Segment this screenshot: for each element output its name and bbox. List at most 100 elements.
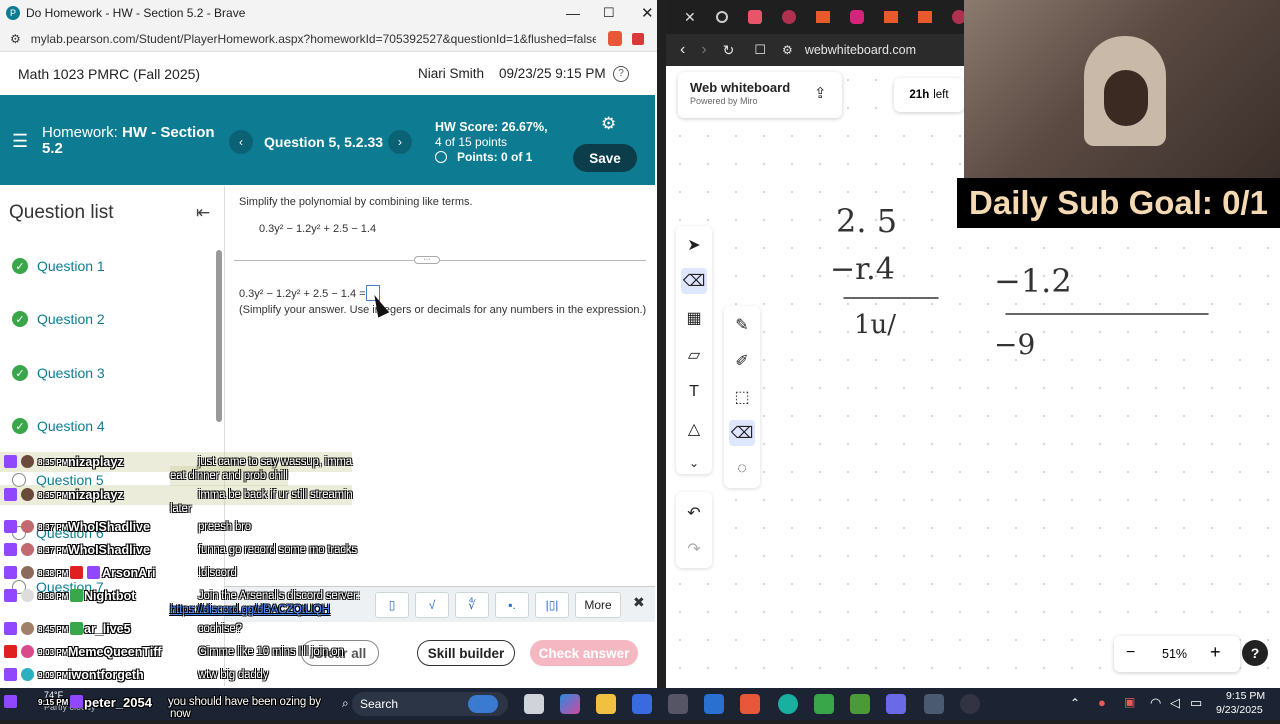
tab-icon-4[interactable] [815, 11, 830, 23]
course-name: Math 1023 PMRC (Fall 2025) [18, 65, 201, 82]
check-answer-button[interactable]: Check answer [530, 640, 638, 666]
tab-icon-6[interactable] [883, 11, 898, 23]
check-icon: ✓ [12, 311, 28, 327]
decimal-button[interactable]: ▪. [495, 591, 529, 618]
volume-icon[interactable]: ◁ [1170, 695, 1180, 711]
tab-icon-1[interactable] [715, 11, 728, 23]
star-badge-icon [87, 566, 100, 579]
url-field[interactable]: mylab.pearson.com/Student/PlayerHomework… [31, 32, 596, 46]
discord-icon[interactable] [886, 694, 906, 714]
homework-header: ☰ Homework: HW - Section 5.2 ‹ Question … [0, 95, 655, 185]
question-list-scrollbar[interactable] [216, 250, 222, 422]
avatar [21, 589, 34, 602]
brave-shield-icon[interactable] [607, 31, 622, 46]
twitch-icon [4, 668, 17, 681]
tray-chevron-icon[interactable]: ⌃ [1070, 696, 1080, 710]
fraction-button[interactable]: ▯ [375, 591, 409, 618]
next-question-button[interactable]: › [388, 130, 412, 154]
file-explorer-icon[interactable] [596, 694, 616, 714]
avatar [21, 566, 34, 579]
tab-icon-3[interactable] [781, 10, 796, 24]
close-tab-icon[interactable]: ✕ [684, 9, 696, 26]
avatar [21, 455, 34, 468]
question-item-3[interactable]: ✓ Question 3 [12, 365, 105, 381]
chat-message-cont: eat dinner and prob chill [170, 466, 288, 486]
handwriting-minus-9: −9 [994, 328, 1036, 361]
mic-icon[interactable]: ● [1098, 695, 1106, 710]
settings-gear-icon[interactable]: ⚙ [601, 114, 616, 134]
avatar [21, 520, 34, 533]
chat-message-cont: now [170, 708, 191, 720]
question-item-4[interactable]: ✓ Question 4 [12, 418, 105, 434]
avatar [21, 543, 34, 556]
webcam-feed [964, 0, 1280, 178]
collapse-panel-icon[interactable]: ⇤ [196, 203, 210, 223]
vscode-icon[interactable] [704, 694, 724, 714]
task-view-icon[interactable] [524, 694, 544, 714]
streamer-face [1104, 70, 1148, 126]
tab-icon-2[interactable] [747, 10, 762, 24]
twitch-icon [4, 622, 17, 635]
twitch-icon [4, 543, 17, 556]
xbox-game-icon[interactable] [850, 694, 870, 714]
chat-message: 9:09 PM iwontforgeth wtw big daddy [0, 665, 268, 685]
twitch-icon [4, 566, 17, 579]
site-settings-icon[interactable]: ⚙ [782, 43, 793, 57]
wifi-icon[interactable]: ◠ [1150, 695, 1161, 711]
hw-score: HW Score: 26.67%, [435, 120, 548, 134]
back-icon[interactable]: ‹ [680, 41, 685, 59]
tab-icon-7[interactable] [917, 11, 932, 23]
clock-time[interactable]: 9:15 PM [1226, 690, 1265, 702]
nth-root-button[interactable]: ∜ [455, 591, 489, 618]
youtube-icon [4, 645, 17, 658]
store-icon[interactable] [632, 694, 652, 714]
obs-icon[interactable] [960, 694, 980, 714]
close-icon[interactable]: ✕ [641, 4, 654, 22]
brave-icon[interactable] [740, 694, 760, 714]
save-button[interactable]: Save [573, 144, 637, 172]
close-palette-icon[interactable]: ✖ [633, 594, 645, 611]
minecraft-icon[interactable] [814, 694, 834, 714]
battery-icon[interactable]: ▭ [1190, 695, 1202, 711]
check-icon: ✓ [12, 365, 28, 381]
sqrt-button[interactable]: √ [415, 591, 449, 618]
help-icon[interactable]: ? [613, 65, 629, 82]
record-icon[interactable]: ▣ [1124, 695, 1135, 709]
copilot-icon[interactable] [560, 694, 580, 714]
course-bar: Math 1023 PMRC (Fall 2025) Niari Smith 0… [0, 52, 655, 95]
question-item-2[interactable]: ✓ Question 2 [12, 311, 105, 327]
resize-handle[interactable]: ··· [414, 256, 440, 264]
chat-message: 8:38 PM ArsonAri !discord [0, 563, 237, 583]
edge-icon[interactable] [778, 694, 798, 714]
bookmark-icon[interactable]: ☐ [754, 42, 766, 58]
reload-icon[interactable]: ↻ [723, 42, 735, 59]
site-info-icon[interactable]: ⚙ [10, 32, 21, 46]
taskbar-search[interactable]: ⌕ Search [342, 692, 508, 716]
pearson-icon: P [6, 6, 20, 20]
hw-points: 4 of 15 points [435, 135, 508, 149]
more-button[interactable]: More [575, 591, 621, 618]
avatar [21, 622, 34, 635]
clock-date[interactable]: 9/23/2025 [1216, 704, 1263, 716]
search-highlight-icon [468, 695, 498, 713]
steam-icon[interactable] [924, 694, 944, 714]
forward-icon[interactable]: › [701, 41, 706, 59]
minimize-icon[interactable]: — [566, 5, 580, 21]
handwriting-1u: 1u/ [854, 310, 897, 340]
abs-value-button[interactable]: |▯| [535, 591, 569, 618]
handwriting-minus-1-2: −1.2 [994, 262, 1072, 300]
help-button[interactable]: ? [1242, 640, 1268, 666]
zoom-out-button[interactable]: − [1126, 644, 1135, 662]
skill-builder-button[interactable]: Skill builder [417, 640, 515, 666]
tab-icon-5[interactable] [849, 10, 864, 24]
zoom-in-button[interactable]: + [1210, 642, 1221, 663]
app-icon[interactable] [668, 694, 688, 714]
handwriting-minus-r4: −r.4 [830, 252, 895, 287]
extension-icon[interactable] [631, 32, 644, 45]
menu-icon[interactable]: ☰ [12, 131, 28, 152]
maximize-icon[interactable]: ☐ [603, 5, 615, 21]
right-url[interactable]: webwhiteboard.com [805, 43, 916, 57]
twitch-icon [4, 488, 17, 501]
question-item-1[interactable]: ✓ Question 1 [12, 258, 105, 274]
prev-question-button[interactable]: ‹ [229, 130, 253, 154]
